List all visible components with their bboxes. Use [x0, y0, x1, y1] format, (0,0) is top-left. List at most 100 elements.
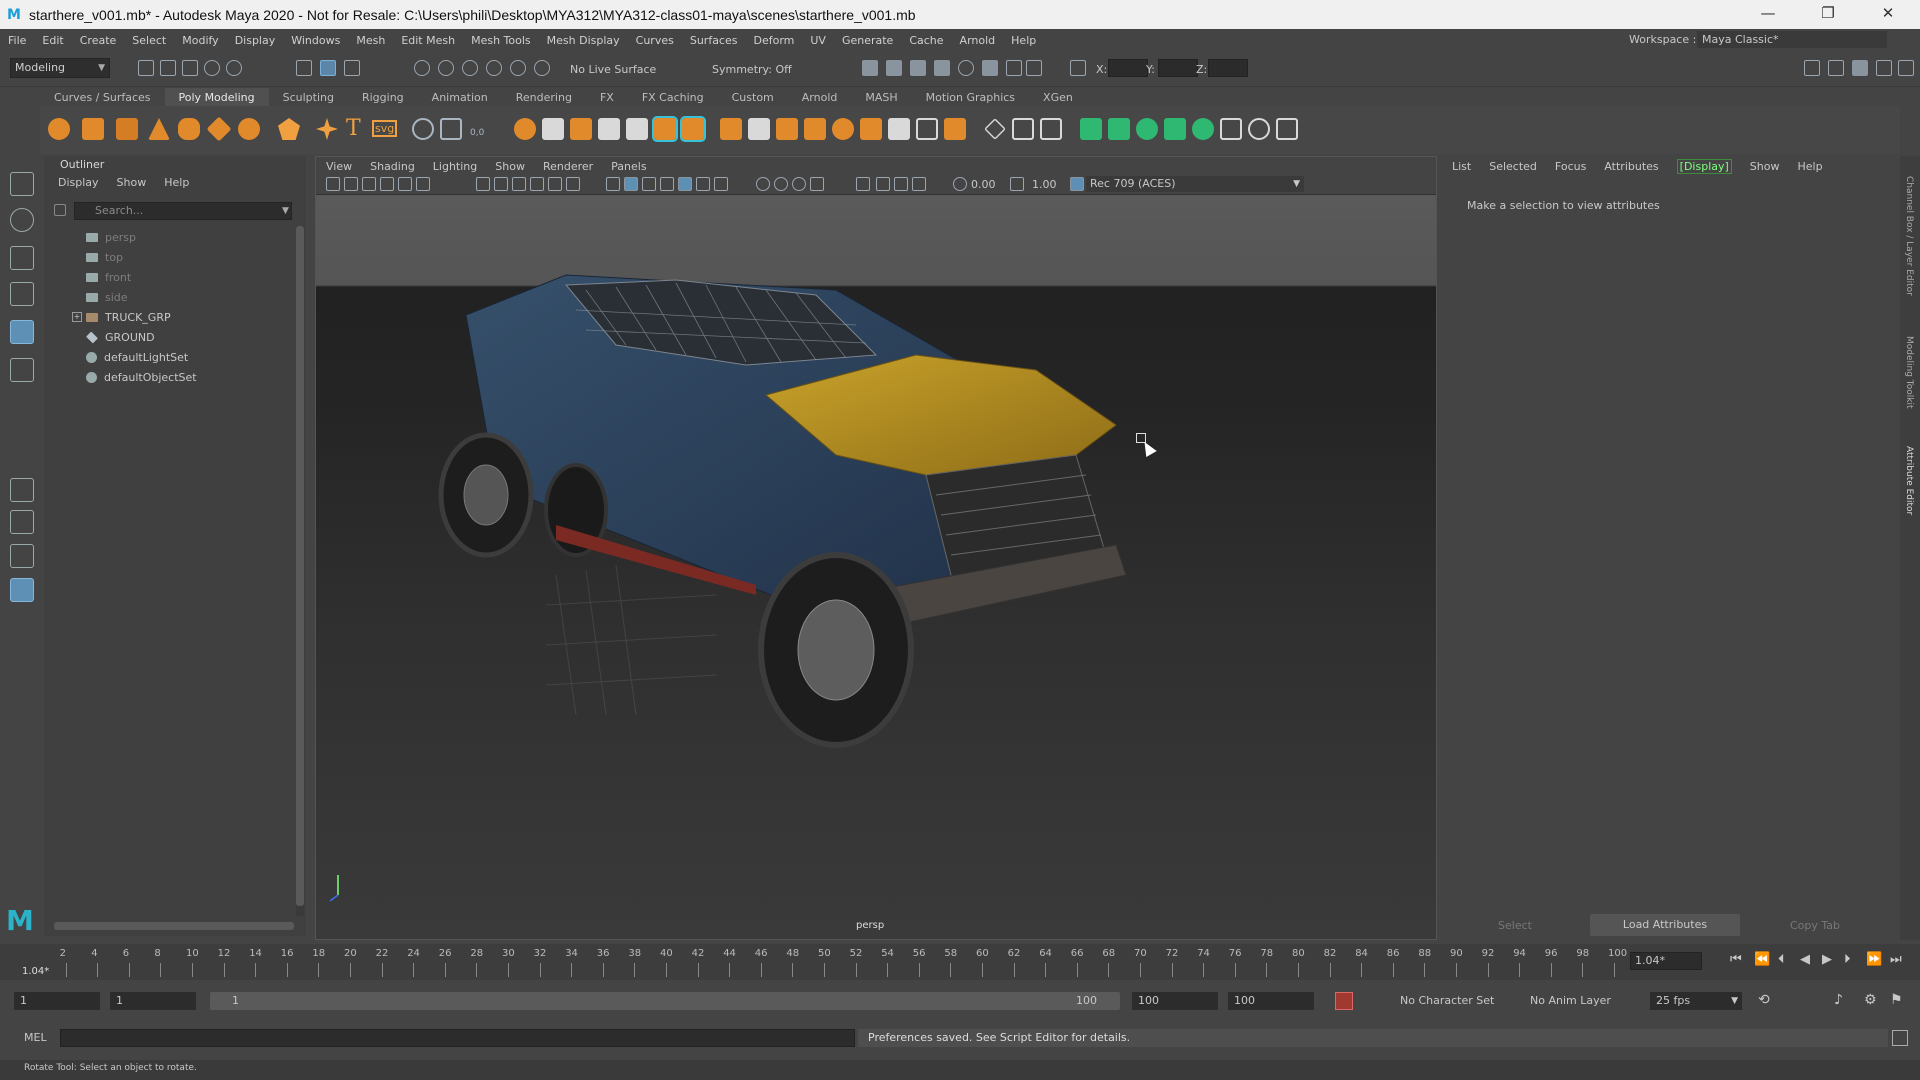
side-tab-channel-box[interactable]: Channel Box / Layer Editor: [1904, 176, 1914, 296]
sound-icon[interactable]: ♪: [1834, 992, 1843, 1008]
multisample-aa-icon[interactable]: [792, 177, 806, 191]
target-weld-icon[interactable]: [860, 118, 882, 140]
text-tool-icon[interactable]: T: [346, 116, 361, 141]
separate-icon[interactable]: [542, 118, 564, 140]
menu-mesh[interactable]: Mesh: [348, 34, 393, 47]
insert-edge-loop-icon[interactable]: [944, 118, 966, 140]
hypershade-icon[interactable]: [934, 60, 950, 76]
grease-pencil-icon[interactable]: [416, 177, 430, 191]
outliner-menu-show[interactable]: Show: [117, 176, 147, 189]
time-slider[interactable]: 2 4 6 8 10 12 14 16 18 20 22 24 26 28 30 32 34 36 38 40 42 44…: [0, 944, 1920, 980]
step-back-frame-icon[interactable]: ⏴: [1778, 952, 1785, 967]
poly-cylinder-icon[interactable]: [116, 118, 138, 140]
channel-box-toggle-icon[interactable]: [1898, 60, 1914, 76]
ae-select-button[interactable]: Select: [1440, 919, 1590, 932]
persp-outliner-layout-icon[interactable]: [10, 544, 34, 568]
grid-icon[interactable]: [476, 177, 490, 191]
scale-tool-icon[interactable]: [10, 358, 34, 382]
viewport-menu-panels[interactable]: Panels: [611, 160, 646, 173]
expand-icon[interactable]: +: [72, 312, 82, 322]
menu-surfaces[interactable]: Surfaces: [682, 34, 746, 47]
ipr-render-icon[interactable]: [886, 60, 902, 76]
depth-of-field-icon[interactable]: [810, 177, 824, 191]
step-back-key-icon[interactable]: ⏪: [1754, 952, 1770, 967]
offset-edge-loop-icon[interactable]: [1012, 118, 1034, 140]
menu-edit-mesh[interactable]: Edit Mesh: [393, 34, 463, 47]
outliner-item-defaultobjectset[interactable]: defaultObjectSet: [86, 368, 197, 386]
menu-uv[interactable]: UV: [802, 34, 834, 47]
command-input[interactable]: [60, 1029, 855, 1047]
boolean-icon[interactable]: [626, 118, 648, 140]
poly-disc-icon[interactable]: [238, 118, 260, 140]
extract-icon[interactable]: [570, 118, 592, 140]
shelf-tab-fx[interactable]: FX: [586, 88, 628, 106]
shelf-tab-motion-graphics[interactable]: Motion Graphics: [912, 88, 1029, 106]
symmetry-dropdown[interactable]: Symmetry: Off: [712, 63, 792, 76]
script-editor-icon[interactable]: [1892, 1030, 1908, 1046]
range-slider[interactable]: 1 100: [210, 992, 1120, 1010]
outliner-filter-icon[interactable]: [54, 204, 66, 216]
menu-arnold[interactable]: Arnold: [952, 34, 1004, 47]
poly-sphere-icon[interactable]: [48, 118, 70, 140]
xray-active-icon[interactable]: [894, 177, 908, 191]
menu-file[interactable]: File: [0, 34, 34, 47]
attribute-editor-toggle-icon[interactable]: [1852, 60, 1868, 76]
outliner-item-front[interactable]: front: [86, 268, 131, 286]
shelf-tab-custom[interactable]: Custom: [718, 88, 788, 106]
default-material-icon[interactable]: [642, 177, 656, 191]
type-tool-icon[interactable]: [440, 118, 462, 140]
menu-cache[interactable]: Cache: [901, 34, 951, 47]
shelf-tab-fx-caching[interactable]: FX Caching: [628, 88, 718, 106]
current-frame-marker[interactable]: 1.04*: [22, 966, 49, 977]
render-view-icon[interactable]: [958, 60, 974, 76]
outliner-item-ground[interactable]: GROUND: [86, 328, 155, 346]
tool-settings-toggle-icon[interactable]: [1876, 60, 1892, 76]
character-set-dropdown[interactable]: No Character Set: [1400, 994, 1494, 1007]
auto-map-icon[interactable]: [1164, 118, 1186, 140]
viewport-canvas[interactable]: persp: [316, 195, 1436, 939]
fill-hole-icon[interactable]: [804, 118, 826, 140]
multi-cut-icon[interactable]: [832, 118, 854, 140]
select-by-hierarchy-icon[interactable]: [296, 60, 312, 76]
poly-torus-icon[interactable]: [178, 118, 200, 140]
bookmark-icon[interactable]: [362, 177, 376, 191]
menuset-dropdown[interactable]: Modeling ▼: [10, 58, 110, 78]
bridge-icon[interactable]: [680, 116, 706, 142]
side-tab-attribute-editor[interactable]: Attribute Editor: [1904, 446, 1914, 515]
xray-joints-icon[interactable]: [912, 177, 926, 191]
viewport-menu-renderer[interactable]: Renderer: [543, 160, 593, 173]
shelf-tab-rendering[interactable]: Rendering: [502, 88, 586, 106]
workspace-dropdown[interactable]: Maya Classic*: [1697, 31, 1887, 48]
modeling-toolkit-toggle-icon[interactable]: [1828, 60, 1844, 76]
playback-start-field[interactable]: 1: [110, 992, 196, 1010]
gamma-icon[interactable]: [1010, 177, 1024, 191]
isolate-select-icon[interactable]: [856, 177, 870, 191]
shelf-tab-sculpting[interactable]: Sculpting: [269, 88, 348, 106]
color-management-icon[interactable]: [1070, 177, 1084, 191]
loop-icon[interactable]: ⟲: [1758, 992, 1770, 1008]
current-frame-field[interactable]: 1.04*: [1630, 952, 1702, 970]
playback-end-field[interactable]: 100: [1132, 992, 1218, 1010]
connect-icon[interactable]: [888, 118, 910, 140]
outliner-horizontal-scrollbar[interactable]: [54, 922, 294, 930]
snap-grid-icon[interactable]: [414, 60, 430, 76]
snap-point-icon[interactable]: [462, 60, 478, 76]
outliner-item-truck-grp[interactable]: + TRUCK_GRP: [72, 308, 171, 326]
rotate-tool-icon[interactable]: [10, 320, 34, 344]
safe-action-icon[interactable]: [566, 177, 580, 191]
script-language-toggle[interactable]: MEL: [24, 1031, 47, 1044]
smooth-icon[interactable]: [598, 118, 620, 140]
y-field[interactable]: [1158, 59, 1198, 77]
outliner-item-top[interactable]: top: [86, 248, 123, 266]
move-tool-icon[interactable]: [10, 282, 34, 306]
select-tool-icon[interactable]: [10, 172, 34, 196]
menu-windows[interactable]: Windows: [283, 34, 348, 47]
x-field[interactable]: [1108, 59, 1148, 77]
append-polygon-icon[interactable]: [776, 118, 798, 140]
outliner-menu-display[interactable]: Display: [58, 176, 99, 189]
scrollbar-thumb[interactable]: [296, 226, 304, 906]
menu-mesh-tools[interactable]: Mesh Tools: [463, 34, 539, 47]
lasso-tool-icon[interactable]: [10, 208, 34, 232]
shadows-icon[interactable]: [714, 177, 728, 191]
viewport-menu-shading[interactable]: Shading: [370, 160, 415, 173]
